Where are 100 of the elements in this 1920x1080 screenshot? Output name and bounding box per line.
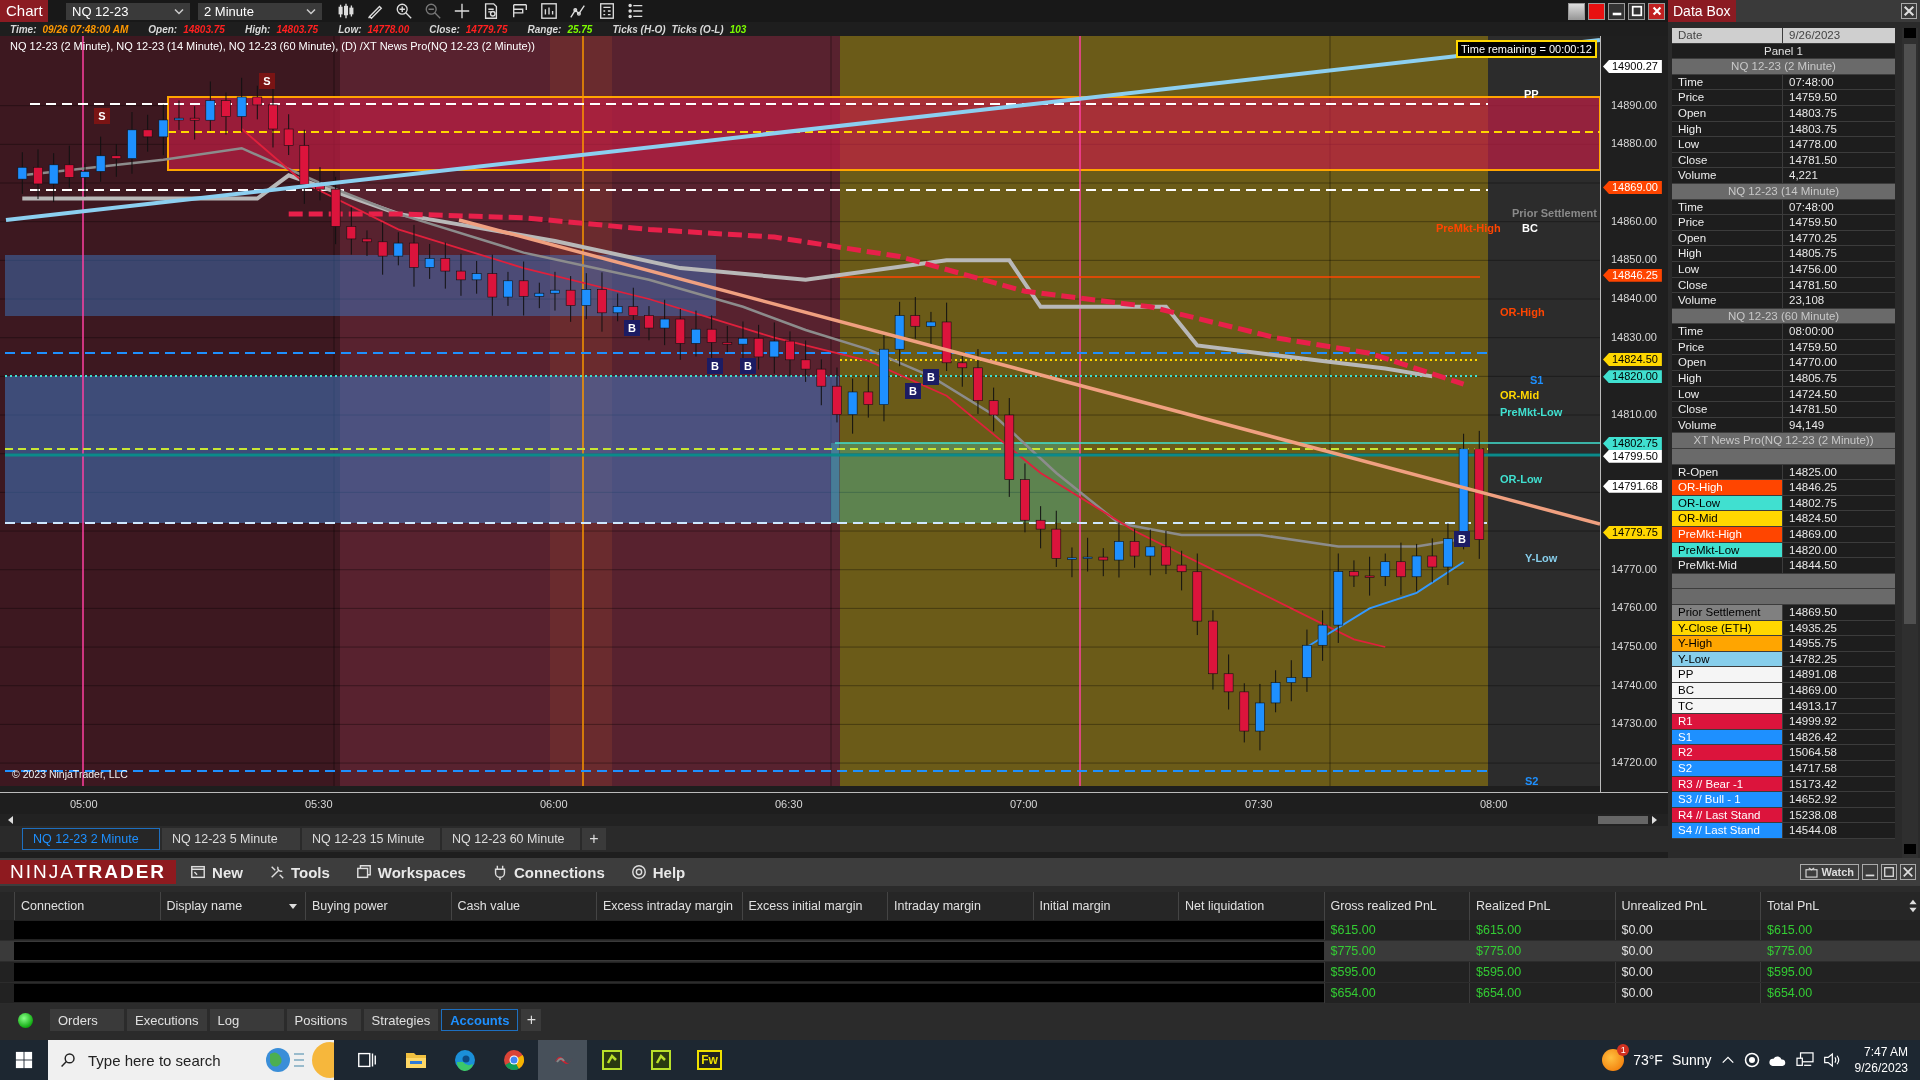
table-cell: $654.00 xyxy=(1323,983,1469,1003)
panel-label: Panel 1 xyxy=(1763,43,1804,59)
field-label: Open xyxy=(1672,355,1783,371)
field-label: OR-High xyxy=(1672,480,1783,495)
tab[interactable]: Strategies xyxy=(363,1009,439,1031)
field-value: 07:48:00 xyxy=(1788,74,1834,90)
field-value: 14781.50 xyxy=(1788,277,1837,293)
menu-item[interactable]: Help xyxy=(630,863,686,881)
field-label: Low xyxy=(1672,137,1783,152)
field-label: Volume xyxy=(1672,417,1783,433)
table-cell: $615.00 xyxy=(1469,920,1615,940)
tab[interactable]: Positions xyxy=(286,1009,361,1031)
field-label: Y-High xyxy=(1672,636,1783,651)
field-label: OR-Mid xyxy=(1672,511,1783,526)
field-label: S4 // Last Stand xyxy=(1672,823,1783,838)
field-value: 14717.58 xyxy=(1788,760,1837,776)
price-flag: 14824.50 xyxy=(1603,352,1662,366)
signal-marker: B xyxy=(905,383,921,399)
chart-tab[interactable]: NQ 12-23 60 Minute xyxy=(442,828,580,850)
field-value: 07:48:00 xyxy=(1788,199,1834,215)
field-label: PreMkt-High xyxy=(1672,527,1783,542)
price-flag: 14791.68 xyxy=(1603,479,1662,493)
signal-marker: S xyxy=(259,73,275,89)
field-value: 14869.00 xyxy=(1788,527,1837,542)
add-tab-button[interactable]: + xyxy=(582,828,606,850)
watch-button[interactable]: Watch xyxy=(1800,864,1859,880)
price-flag: 14869.00 xyxy=(1603,180,1662,194)
info-value: 103 xyxy=(729,23,747,35)
tab[interactable]: Orders xyxy=(50,1009,124,1031)
field-value: 14770.00 xyxy=(1788,355,1837,371)
field-label: Price xyxy=(1672,90,1783,105)
level-label: Prior Settlement xyxy=(1512,207,1597,219)
time-tick-label: 08:00 xyxy=(1479,798,1508,810)
field-label: Open xyxy=(1672,230,1783,246)
window-title: Chart xyxy=(0,0,48,22)
signal-marker: B xyxy=(740,358,756,374)
menu-item[interactable]: New xyxy=(190,863,243,881)
table-row[interactable]: $595.00 $595.00 $0.00 $595.00 xyxy=(0,962,1920,983)
chart-tab[interactable]: NQ 12-23 2 Minute xyxy=(22,828,160,850)
table-cell: $775.00 xyxy=(1323,941,1469,961)
info-value: 09/26 07:48:00 AM xyxy=(42,23,129,35)
panel-title: Data Box xyxy=(1668,0,1736,22)
chart-tab[interactable]: NQ 12-23 5 Minute xyxy=(162,828,300,850)
menu-item[interactable]: Tools xyxy=(268,863,330,881)
tab[interactable]: Accounts xyxy=(441,1009,519,1031)
weather-label: Sunny xyxy=(1671,1052,1712,1068)
search-box[interactable]: Type here to search xyxy=(48,1040,334,1080)
info-value: 14779.75 xyxy=(465,23,508,35)
time-tick-label: 07:00 xyxy=(1009,798,1038,810)
field-value: 14544.08 xyxy=(1788,823,1837,838)
add-tab-button[interactable]: + xyxy=(521,1009,542,1031)
info-label: Close: xyxy=(429,23,460,35)
table-row[interactable]: $615.00 $615.00 $0.00 $615.00 xyxy=(0,920,1920,941)
price-tick-label: 14720.00 xyxy=(1611,756,1657,769)
field-value: 14778.00 xyxy=(1788,137,1837,152)
price-tick-label: 14750.00 xyxy=(1611,640,1657,653)
field-label: Price xyxy=(1672,215,1783,230)
field-value: 14781.50 xyxy=(1788,152,1837,168)
field-label: Volume xyxy=(1672,293,1783,308)
field-value: 14825.00 xyxy=(1788,464,1837,480)
instrument-dropdown[interactable]: NQ 12-23 xyxy=(66,2,190,20)
field-label: S3 // Bull - 1 xyxy=(1672,792,1783,807)
table-row[interactable]: $654.00 $654.00 $0.00 $654.00 xyxy=(0,983,1920,1004)
tab[interactable]: Executions xyxy=(127,1009,207,1031)
price-tick-label: 14830.00 xyxy=(1611,330,1657,343)
field-label: R2 xyxy=(1672,745,1783,760)
field-value: 15173.42 xyxy=(1788,776,1837,792)
table-cell: $775.00 xyxy=(1469,941,1615,961)
price-tick-label: 14880.00 xyxy=(1611,137,1657,150)
tab[interactable]: Log xyxy=(209,1009,284,1031)
field-label: Low xyxy=(1672,261,1783,277)
field-label: Open xyxy=(1672,105,1783,121)
info-label: Open: xyxy=(148,23,178,35)
field-value: 14955.75 xyxy=(1788,636,1837,651)
table-cell: $0.00 xyxy=(1614,962,1760,982)
menu-item[interactable]: Workspaces xyxy=(355,863,466,881)
field-label: High xyxy=(1672,246,1783,261)
table-row[interactable]: $775.00 $775.00 $0.00 $775.00 xyxy=(0,941,1920,962)
field-label: PP xyxy=(1672,667,1783,682)
price-tick-label: 14850.00 xyxy=(1611,253,1657,266)
signal-marker: B xyxy=(923,369,939,385)
signal-marker: B xyxy=(624,320,640,336)
menu-item[interactable]: Connections xyxy=(491,863,605,881)
chart-tab[interactable]: NQ 12-23 15 Minute xyxy=(302,828,440,850)
time-tick-label: 06:00 xyxy=(539,798,568,810)
level-label: OR-High xyxy=(1500,306,1545,318)
info-label: Time: xyxy=(10,23,37,35)
field-value: 9/26/2023 xyxy=(1788,28,1841,43)
table-cell: $0.00 xyxy=(1614,983,1760,1003)
field-value: 15238.08 xyxy=(1788,807,1837,823)
search-field[interactable]: Type here to search xyxy=(86,1050,255,1070)
field-label: R-Open xyxy=(1672,464,1783,480)
field-label: Low xyxy=(1672,386,1783,402)
price-flag: 14846.25 xyxy=(1603,268,1662,282)
field-label: Date xyxy=(1672,28,1783,43)
field-label: Volume xyxy=(1672,168,1783,183)
field-value: 14802.75 xyxy=(1788,495,1837,511)
field-value: 14869.00 xyxy=(1788,682,1837,698)
interval-dropdown[interactable]: 2 Minute xyxy=(198,2,322,20)
field-value: 14913.17 xyxy=(1788,698,1837,714)
